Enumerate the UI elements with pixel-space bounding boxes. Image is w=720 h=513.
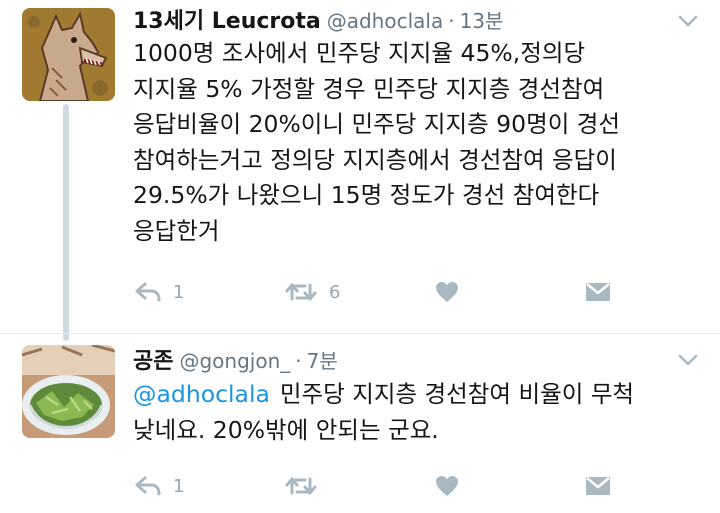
tweet-actions: 1 [133, 471, 633, 501]
timestamp[interactable]: 13분 [460, 5, 504, 34]
separator-dot: · [295, 349, 302, 373]
reply-icon [135, 282, 161, 302]
timestamp[interactable]: 7분 [307, 345, 338, 374]
tweet-header: 13세기 Leucrota @adhoclala · 13분 [133, 3, 503, 37]
tweet-text: @adhoclala 민주당 지지층 경선참여 비율이 무척 낮네요. 20%밖에… [133, 377, 703, 448]
retweet-count: 6 [329, 281, 341, 303]
tweet-actions: 1 6 [133, 277, 633, 307]
display-name[interactable]: 공존 [133, 343, 173, 375]
tweet-text-line: 지지율 5% 가정할 경우 민주당 지지층 경선참여 [133, 74, 605, 103]
like-button[interactable] [435, 277, 459, 307]
tweet-text-line: 1000명 조사에서 민주당 지지율 45%,정의당 [133, 39, 586, 67]
wolf-creature-avatar-icon [22, 8, 115, 101]
direct-message-button[interactable] [585, 277, 611, 307]
tweet-text-line: 참여하는거고 정의당 지지층에서 경선참여 응답이 [133, 145, 617, 174]
chevron-down-icon[interactable] [678, 353, 698, 367]
tweet[interactable]: 공존 @gongjon_ · 7분 @adhoclala 민주당 지지층 경선참여… [0, 333, 720, 513]
envelope-icon [586, 283, 610, 301]
salad-bowl-avatar-icon [22, 345, 115, 438]
tweet-text-line: 응답비율이 20%이니 민주당 지지층 90명이 경선 [133, 110, 621, 138]
envelope-icon [586, 477, 610, 495]
chevron-down-icon[interactable] [678, 14, 698, 28]
tweet-text: 1000명 조사에서 민주당 지지율 45%,정의당 지지율 5% 가정할 경우… [133, 36, 703, 249]
heart-icon [436, 476, 458, 496]
reply-icon [135, 476, 161, 496]
direct-message-button[interactable] [585, 471, 611, 501]
retweet-icon [285, 477, 317, 495]
tweet-header: 공존 @gongjon_ · 7분 [133, 343, 338, 377]
reply-count: 1 [173, 475, 185, 497]
tweet-text-line: @adhoclala 민주당 지지층 경선참여 비율이 무척 [133, 377, 703, 413]
reply-button[interactable]: 1 [135, 471, 184, 501]
retweet-icon [285, 283, 317, 301]
mention-link[interactable]: @adhoclala [133, 380, 270, 408]
user-handle[interactable]: @gongjon_ [179, 349, 290, 373]
retweet-button[interactable] [285, 471, 317, 501]
heart-icon [436, 282, 458, 302]
tweet-text-fragment: 민주당 지지층 경선참여 비율이 무척 [279, 380, 635, 408]
reply-count: 1 [173, 281, 185, 303]
tweet-text-line: 낮네요. 20%밖에 안되는 군요. [133, 415, 439, 444]
tweet[interactable]: 13세기 Leucrota @adhoclala · 13분 1000명 조사에… [0, 0, 720, 333]
retweet-button[interactable]: 6 [285, 277, 340, 307]
tweet-text-line: 29.5%가 나왔으니 15명 정도가 경선 참여한다 [133, 181, 600, 209]
tweet-text-line: 응답한거 [133, 216, 220, 245]
separator-dot: · [448, 9, 455, 33]
avatar[interactable] [22, 345, 115, 438]
avatar[interactable] [22, 8, 115, 101]
reply-button[interactable]: 1 [135, 277, 184, 307]
like-button[interactable] [435, 471, 459, 501]
user-handle[interactable]: @adhoclala [327, 9, 443, 33]
display-name[interactable]: 13세기 Leucrota [133, 3, 321, 35]
